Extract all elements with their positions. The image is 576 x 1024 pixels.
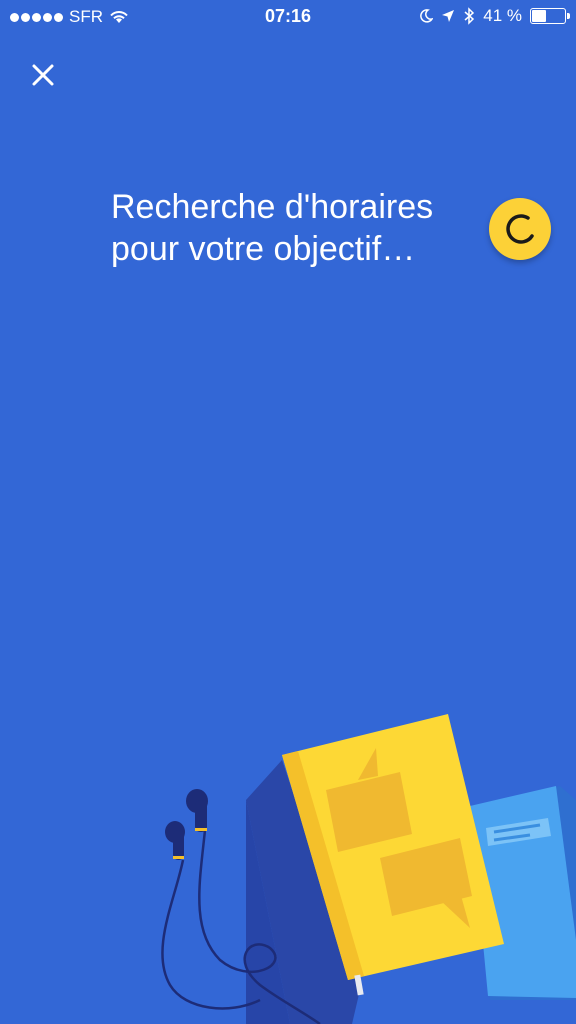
title-line-1: Recherche d'horaires: [111, 188, 434, 226]
notebook-illustration: [466, 786, 576, 1000]
earphones-illustration: [161, 789, 321, 1024]
location-arrow-icon: [442, 10, 455, 22]
illustration: [161, 714, 576, 1024]
loading-indicator: [489, 198, 551, 260]
page-title: Recherche d'horaires pour votre objectif…: [111, 186, 471, 270]
status-bar: SFR 07:16 41 %: [0, 0, 576, 34]
battery-icon: [530, 8, 570, 24]
battery-percent: 41 %: [483, 6, 522, 25]
bluetooth-icon: [464, 7, 475, 25]
battery-level: [532, 10, 546, 22]
title-line-2: pour votre objectif…: [111, 230, 416, 268]
status-bar-right: 41 %: [419, 6, 570, 26]
book-illustration: [246, 714, 504, 1024]
close-icon: [32, 64, 54, 86]
close-button[interactable]: [26, 58, 60, 92]
spinner-icon: [506, 214, 534, 244]
moon-icon: [420, 9, 434, 23]
